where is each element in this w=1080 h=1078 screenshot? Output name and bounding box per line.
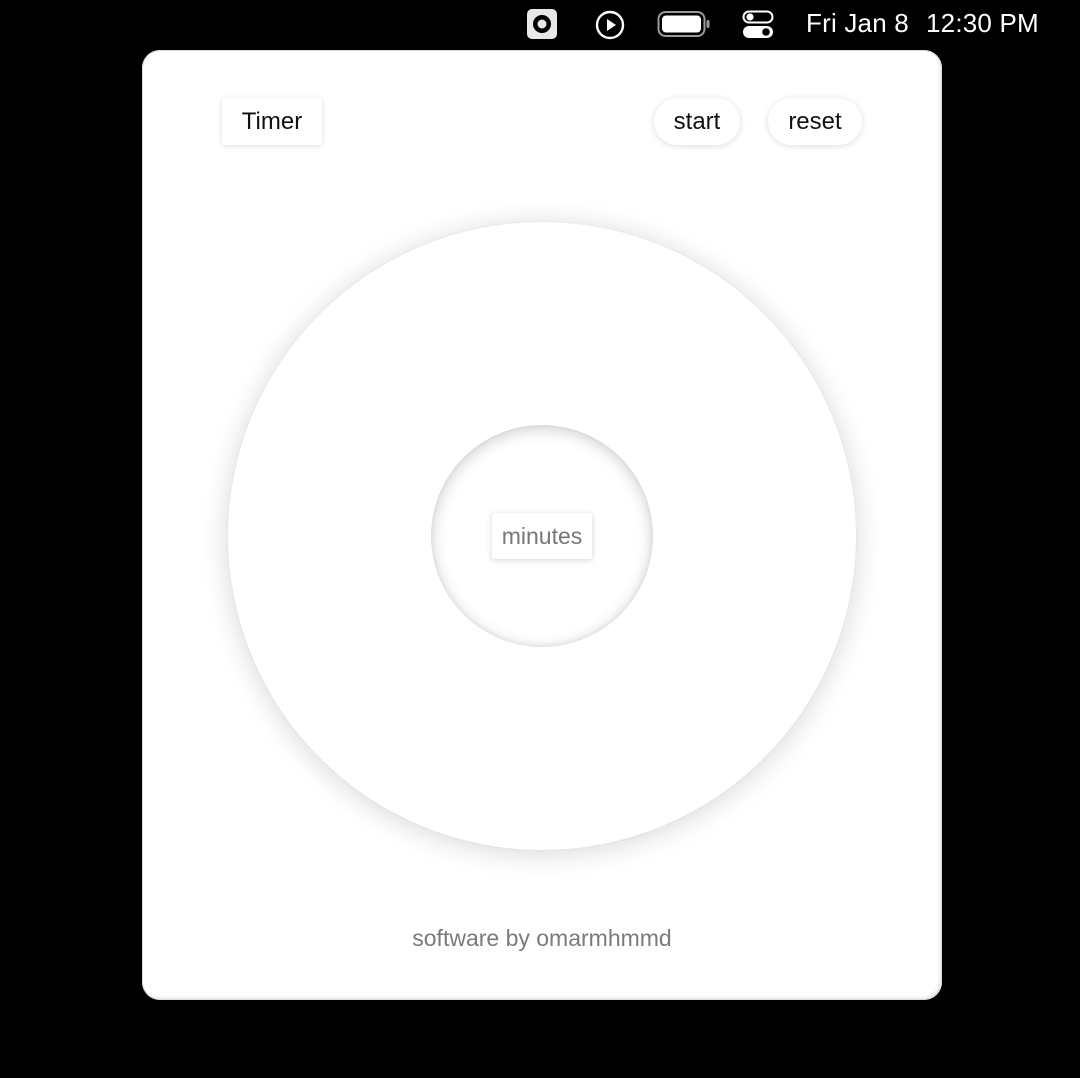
- menubar-time[interactable]: 12:30 PM: [926, 7, 1039, 39]
- battery-icon[interactable]: [657, 10, 711, 43]
- start-button[interactable]: start: [654, 98, 740, 145]
- timer-window: Timer start reset minutes software by om…: [142, 50, 942, 1000]
- footer-credit: software by omarmhmmd: [412, 925, 672, 951]
- minutes-display: minutes: [492, 513, 592, 559]
- menubar-date[interactable]: Fri Jan 8: [806, 7, 909, 39]
- app-title: Timer: [222, 98, 322, 145]
- menu-bar: Fri Jan 8 12:30 PM: [0, 0, 1080, 48]
- control-center-icon[interactable]: [742, 10, 774, 45]
- timer-dial[interactable]: minutes: [228, 222, 856, 850]
- reset-button[interactable]: reset: [768, 98, 862, 145]
- record-stop-icon[interactable]: [526, 8, 558, 45]
- dial-center: minutes: [431, 425, 653, 647]
- play-circle-icon[interactable]: [594, 9, 626, 46]
